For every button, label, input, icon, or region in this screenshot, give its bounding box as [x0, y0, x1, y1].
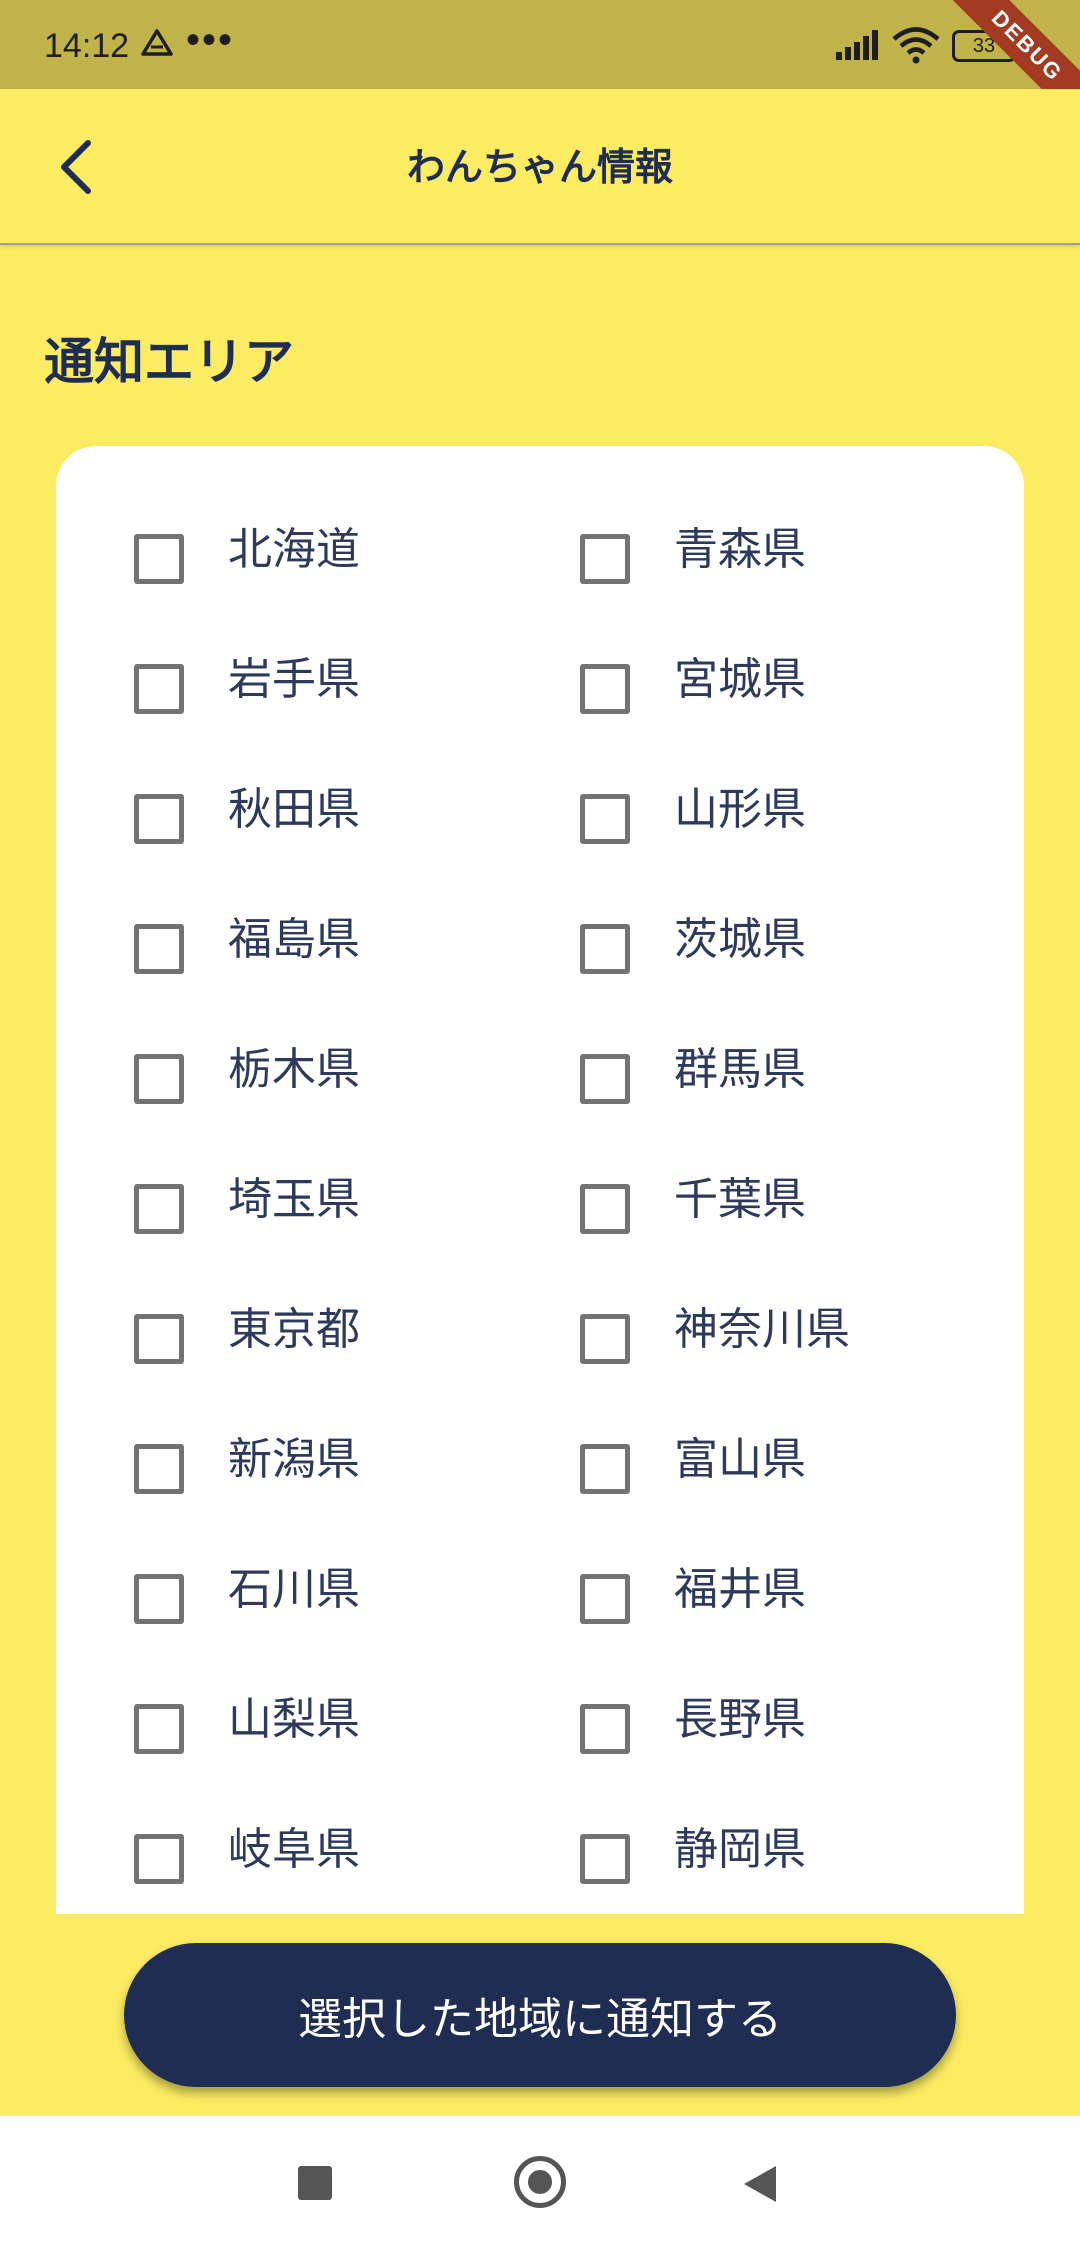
prefecture-item[interactable]: 群馬県 — [502, 1034, 932, 1114]
prefecture-label: 静岡県 — [674, 1824, 806, 1875]
prefecture-card: 北海道 青森県岩手県 宮城県秋田県 山形県福島県 茨城県栃木県 群馬県埼玉県 千葉県東京都 神… — [56, 446, 1024, 1914]
checkbox[interactable] — [580, 924, 630, 974]
prefecture-label: 山梨県 — [228, 1694, 360, 1745]
prefecture-item[interactable]: 埼玉県 — [56, 1164, 486, 1244]
prefecture-label: 岐阜県 — [228, 1824, 360, 1875]
prefecture-label: 宮城県 — [674, 654, 806, 705]
chevron-left-icon — [61, 140, 91, 194]
navigation-bar — [0, 2116, 1080, 2246]
prefecture-label: 東京都 — [228, 1304, 360, 1355]
prefecture-item[interactable]: 福井県 — [502, 1554, 932, 1634]
prefecture-label: 埼玉県 — [228, 1174, 360, 1225]
checkbox[interactable] — [134, 1574, 184, 1624]
checkbox[interactable] — [580, 1184, 630, 1234]
checkbox[interactable] — [134, 1704, 184, 1754]
checkbox[interactable] — [580, 1314, 630, 1364]
checkbox[interactable] — [134, 924, 184, 974]
prefecture-item[interactable]: 神奈川県 — [502, 1294, 932, 1374]
checkbox[interactable] — [134, 1444, 184, 1494]
back-triangle-icon[interactable] — [742, 2164, 778, 2208]
checkbox[interactable] — [580, 1574, 630, 1624]
checkbox[interactable] — [134, 1314, 184, 1364]
prefecture-item[interactable]: 千葉県 — [502, 1164, 932, 1244]
prefecture-item[interactable]: 東京都 — [56, 1294, 486, 1374]
prefecture-item[interactable]: 富山県 — [502, 1424, 932, 1504]
prefecture-item[interactable]: 岐阜県 — [56, 1814, 486, 1894]
checkbox[interactable] — [580, 1834, 630, 1884]
signal-icon — [836, 30, 880, 64]
checkbox[interactable] — [580, 1704, 630, 1754]
more-notifications-icon: ••• — [186, 18, 235, 62]
prefecture-label: 群馬県 — [674, 1044, 806, 1095]
prefecture-label: 千葉県 — [674, 1174, 806, 1225]
prefecture-item[interactable]: 北海道 — [56, 514, 486, 594]
checkbox[interactable] — [580, 534, 630, 584]
page-title: わんちゃん情報 — [406, 145, 673, 189]
prefecture-item[interactable]: 岩手県 — [56, 644, 486, 724]
prefecture-label: 石川県 — [228, 1564, 360, 1615]
checkbox[interactable] — [134, 534, 184, 584]
prefecture-label: 北海道 — [228, 524, 360, 575]
prefecture-item[interactable]: 秋田県 — [56, 774, 486, 854]
app-bar: わんちゃん情報 — [0, 89, 1080, 245]
home-dot — [528, 2170, 552, 2194]
checkbox[interactable] — [580, 1054, 630, 1104]
section-title: 通知エリア — [44, 333, 294, 391]
checkbox[interactable] — [134, 1054, 184, 1104]
prefecture-label: 長野県 — [674, 1694, 806, 1745]
prefecture-item[interactable]: 宮城県 — [502, 644, 932, 724]
status-bar: 14:12 ••• 33 — [0, 0, 1080, 89]
prefecture-item[interactable]: 山形県 — [502, 774, 932, 854]
status-time: 14:12 — [44, 27, 130, 65]
prefecture-label: 茨城県 — [674, 914, 806, 965]
prefecture-label: 山形県 — [674, 784, 806, 835]
checkbox[interactable] — [134, 1184, 184, 1234]
notify-button[interactable]: 選択した地域に通知する — [124, 1943, 956, 2087]
prefecture-label: 青森県 — [674, 524, 806, 575]
back-button[interactable] — [40, 131, 112, 203]
recents-icon[interactable] — [298, 2166, 332, 2200]
prefecture-item[interactable]: 青森県 — [502, 514, 932, 594]
checkbox[interactable] — [134, 1834, 184, 1884]
prefecture-label: 富山県 — [674, 1434, 806, 1485]
checkbox[interactable] — [580, 1444, 630, 1494]
checkbox[interactable] — [580, 664, 630, 714]
prefecture-item[interactable]: 山梨県 — [56, 1684, 486, 1764]
prefecture-item[interactable]: 長野県 — [502, 1684, 932, 1764]
prefecture-label: 福島県 — [228, 914, 360, 965]
home-icon[interactable] — [514, 2156, 566, 2208]
prefecture-label: 岩手県 — [228, 654, 360, 705]
prefecture-item[interactable]: 茨城県 — [502, 904, 932, 984]
prefecture-item[interactable]: 福島県 — [56, 904, 486, 984]
prefecture-item[interactable]: 新潟県 — [56, 1424, 486, 1504]
prefecture-label: 福井県 — [674, 1564, 806, 1615]
prefecture-label: 栃木県 — [228, 1044, 360, 1095]
prefecture-label: 新潟県 — [228, 1434, 360, 1485]
prefecture-item[interactable]: 栃木県 — [56, 1034, 486, 1114]
wifi-icon — [892, 26, 940, 68]
prefecture-label: 神奈川県 — [674, 1304, 850, 1355]
prefecture-item[interactable]: 石川県 — [56, 1554, 486, 1634]
prefecture-label: 秋田県 — [228, 784, 360, 835]
drive-notification-icon — [140, 28, 174, 62]
checkbox[interactable] — [134, 794, 184, 844]
prefecture-item[interactable]: 静岡県 — [502, 1814, 932, 1894]
checkbox[interactable] — [134, 664, 184, 714]
checkbox[interactable] — [580, 794, 630, 844]
